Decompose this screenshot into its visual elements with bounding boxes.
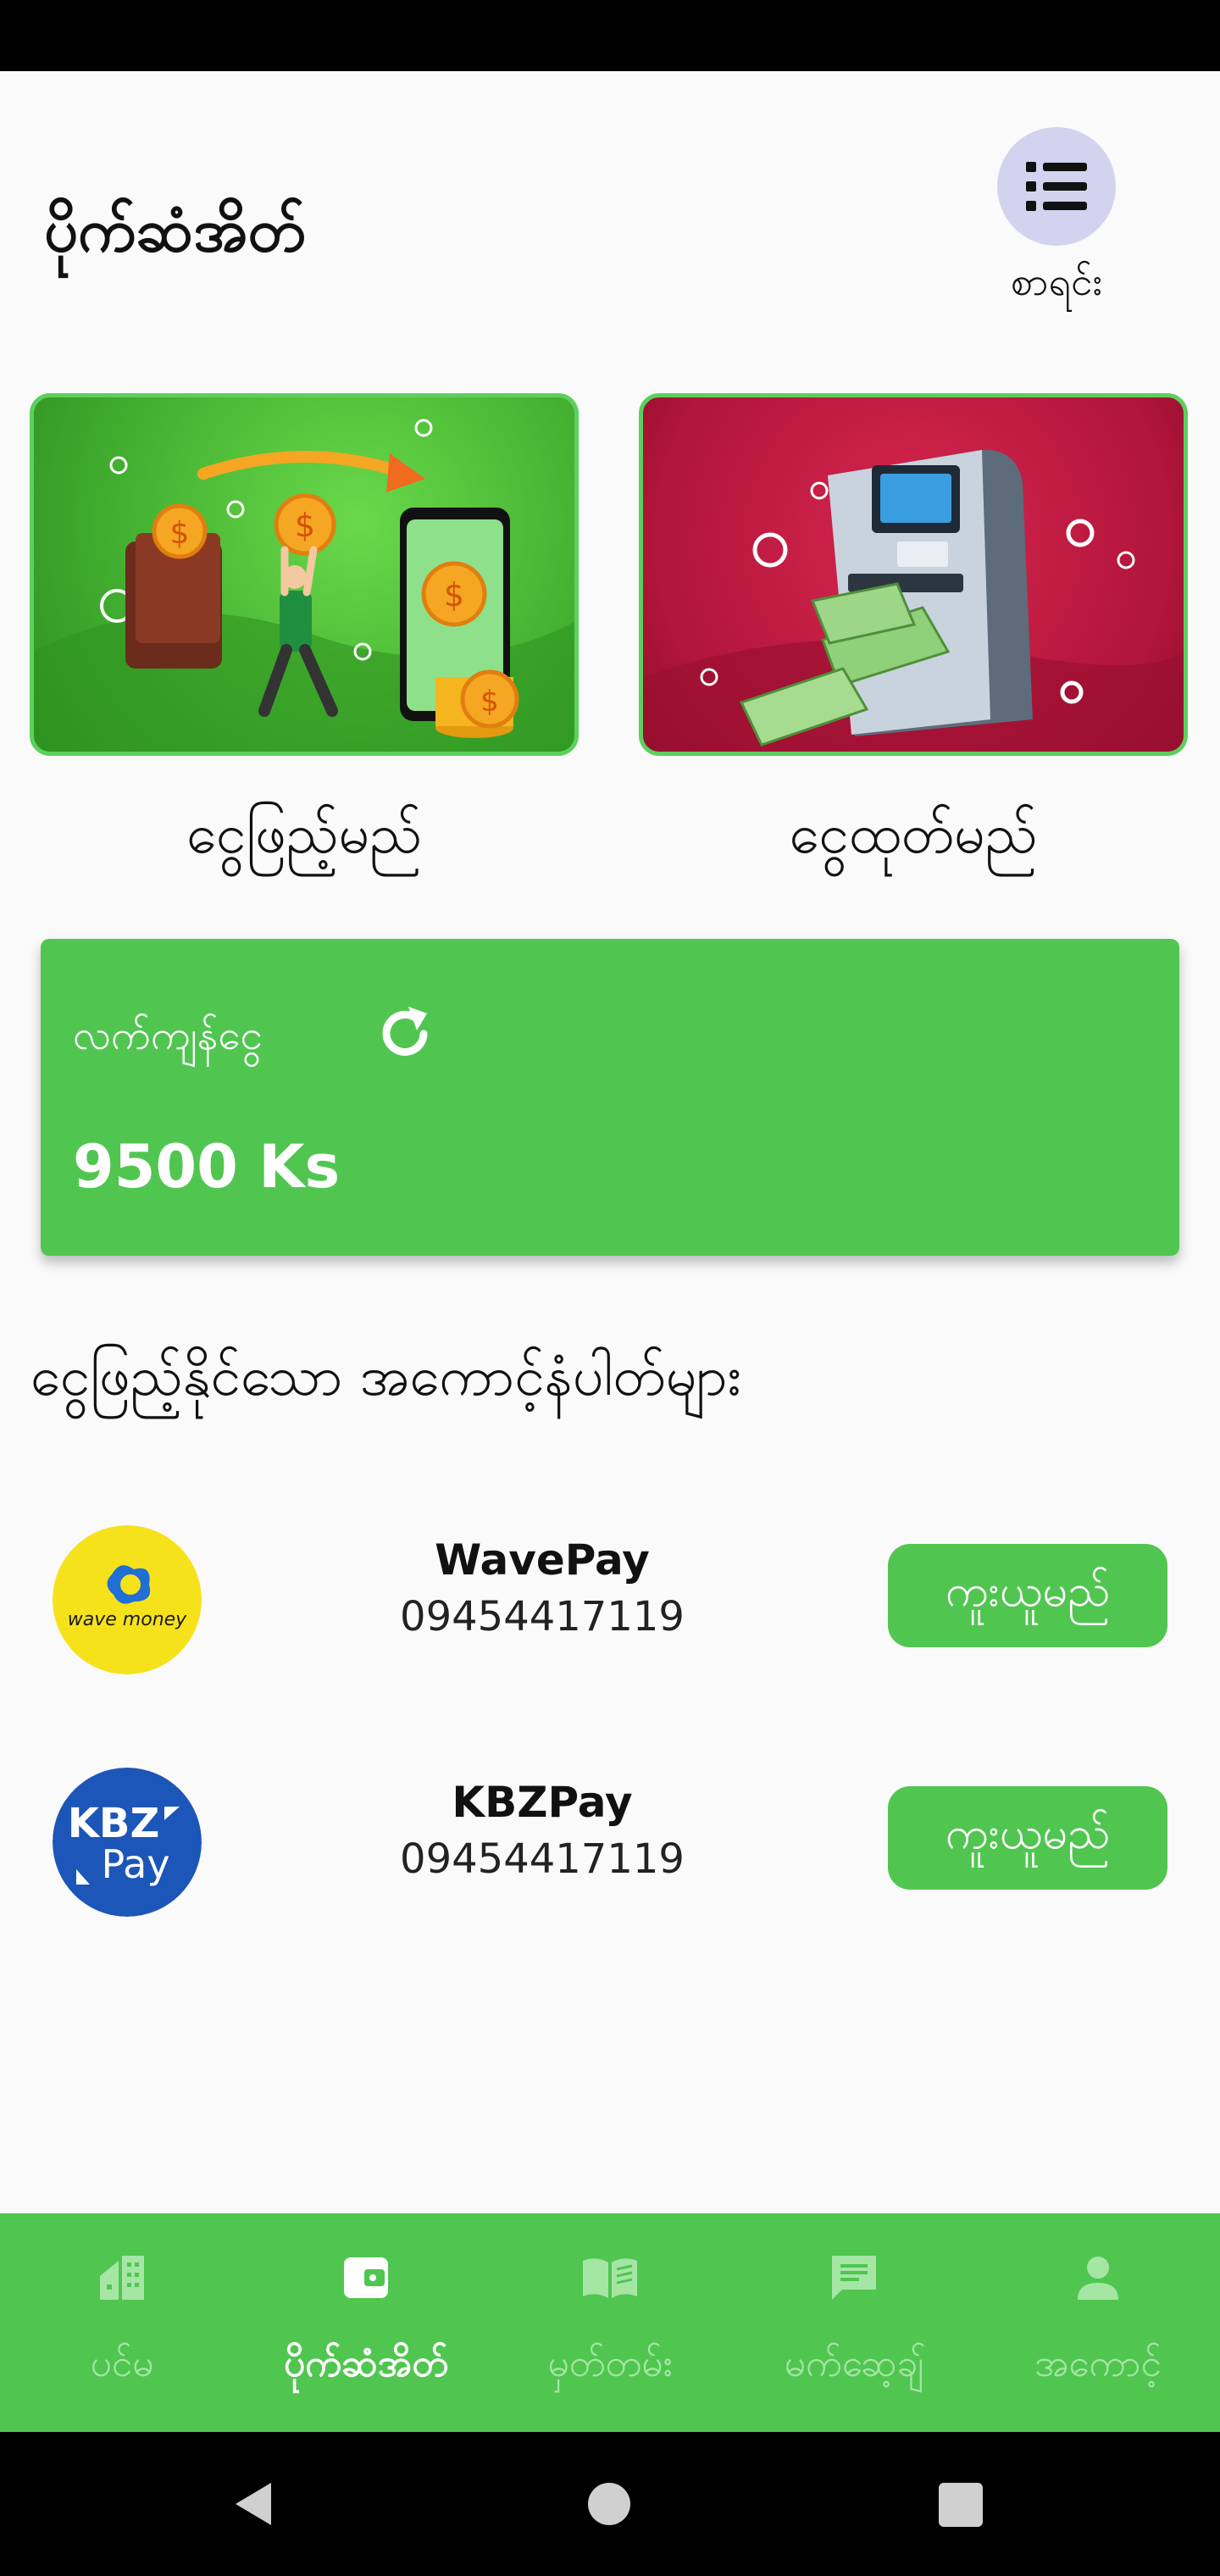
bottom-navigation: ပင်မ ပိုက်ဆံအိတ် မှတ်တမ်း မက်ဆေ့ချ် အကော…: [0, 2213, 1220, 2432]
svg-text:KBZ: KBZ: [68, 1800, 160, 1847]
nav-label-messages: မက်ဆေ့ချ်: [784, 2342, 924, 2385]
wavepay-logo: wave money: [53, 1525, 202, 1674]
wallet-icon: [339, 2251, 393, 2308]
status-bar: [0, 0, 1220, 71]
list-item: wave money WavePay 09454417119 ကူးယူမည်: [0, 1525, 1220, 1686]
person-icon: [1071, 2251, 1125, 2308]
nav-item-history[interactable]: မှတ်တမ်း: [488, 2213, 732, 2432]
home-button-icon[interactable]: [588, 2483, 630, 2525]
back-icon[interactable]: [230, 2479, 276, 2529]
svg-text:Pay: Pay: [101, 1841, 169, 1887]
balance-amount: 9500 Ks: [73, 1132, 341, 1202]
svg-text:$: $: [295, 507, 315, 544]
list-button-label: စာရင်း: [1010, 258, 1103, 304]
deposit-card[interactable]: $ $ $ $: [30, 393, 579, 756]
copy-button[interactable]: ကူးယူမည်: [888, 1544, 1167, 1647]
balance-label: လက်ကျန်ငွေ: [73, 1012, 263, 1059]
nav-label-history: မှတ်တမ်း: [547, 2342, 673, 2385]
atm-illustration: [643, 449, 1184, 752]
account-name: WavePay: [435, 1535, 650, 1585]
nav-label-account: အကောင့်: [1034, 2342, 1162, 2385]
section-title: ငွေဖြည့်နိုင်သော အကောင့်နံပါတ်များ: [30, 1346, 741, 1408]
refresh-icon[interactable]: [371, 1000, 439, 1071]
svg-text:wave money: wave money: [68, 1609, 187, 1630]
list-icon: [997, 127, 1116, 246]
svg-text:$: $: [170, 516, 190, 551]
nav-label-home: ပင်မ: [90, 2342, 154, 2385]
recents-icon[interactable]: [939, 2483, 983, 2527]
account-phone: 09454417119: [400, 1593, 685, 1641]
book-icon: [580, 2251, 640, 2308]
nav-item-messages[interactable]: မက်ဆေ့ချ်: [732, 2213, 976, 2432]
list-button[interactable]: စာရင်း: [991, 127, 1122, 314]
deposit-illustration: $ $ $ $: [34, 419, 574, 752]
system-navigation-bar: [0, 2432, 1220, 2576]
svg-text:$: $: [480, 685, 499, 719]
svg-text:$: $: [444, 576, 464, 613]
kbzpay-logo: KBZ Pay: [53, 1768, 202, 1917]
balance-card: လက်ကျန်ငွေ 9500 Ks: [41, 939, 1179, 1256]
nav-item-account[interactable]: အကောင့်: [976, 2213, 1220, 2432]
nav-label-wallet: ပိုက်ဆံအိတ်: [284, 2342, 448, 2385]
deposit-label[interactable]: ငွေဖြည့်မည်: [30, 800, 579, 880]
account-phone: 09454417119: [400, 1835, 685, 1883]
page-title: ပိုက်ဆံအိတ်: [44, 196, 306, 265]
list-item: KBZ Pay KBZPay 09454417119 ကူးယူမည်: [0, 1768, 1220, 1929]
copy-button[interactable]: ကူးယူမည်: [888, 1786, 1167, 1890]
nav-item-home[interactable]: ပင်မ: [0, 2213, 244, 2432]
withdraw-label[interactable]: ငွေထုတ်မည်: [639, 800, 1188, 880]
home-icon: [95, 2251, 149, 2308]
account-name: KBZPay: [452, 1778, 633, 1827]
message-icon: [827, 2251, 881, 2308]
withdraw-card[interactable]: [639, 393, 1188, 756]
nav-item-wallet[interactable]: ပိုက်ဆံအိတ်: [244, 2213, 488, 2432]
